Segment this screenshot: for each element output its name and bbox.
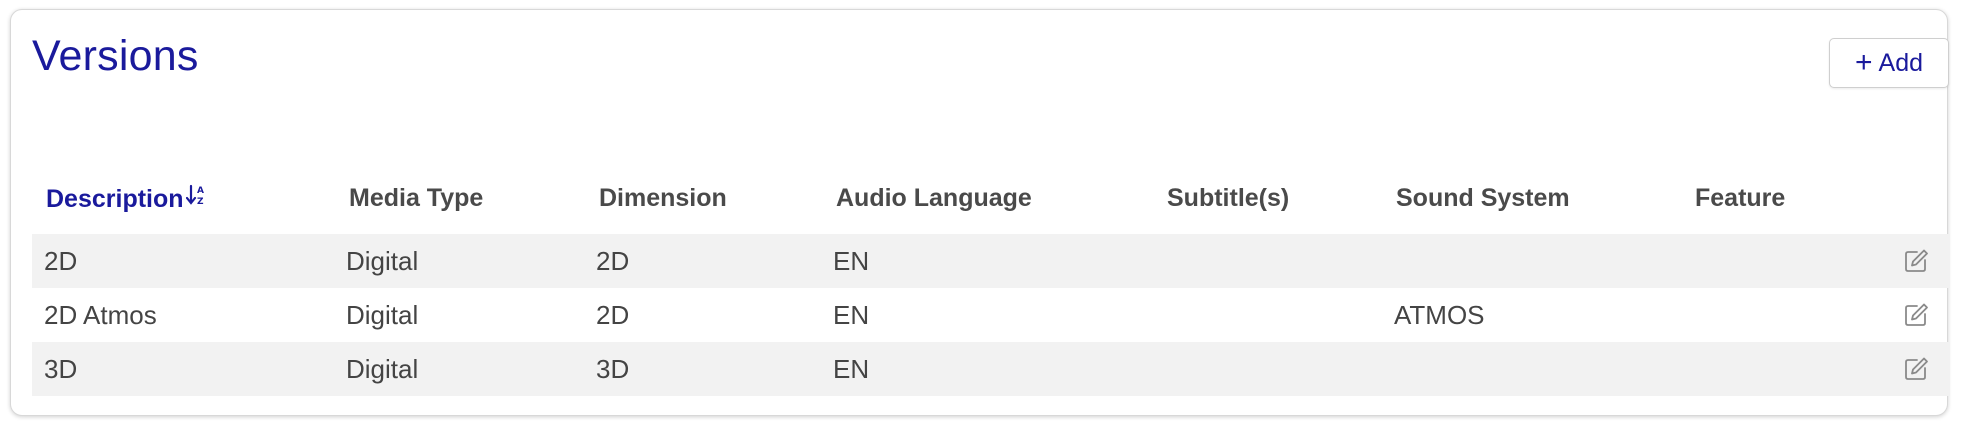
sort-ascending-icon: AZ: [185, 184, 206, 212]
column-header-sound-system[interactable]: Sound System: [1396, 184, 1570, 213]
table-row: 2D Atmos Digital 2D EN ATMOS: [32, 288, 1950, 342]
cell-audio-language: EN: [833, 300, 870, 330]
cell-media-type: Digital: [346, 300, 419, 330]
versions-table: Description A Z Media Type Dimension Audio…: [32, 170, 1950, 396]
cell-media-type: Digital: [346, 354, 419, 384]
edit-icon[interactable]: [1903, 356, 1929, 382]
table-row: 3D Digital 3D EN: [32, 342, 1950, 396]
cell-audio-language: EN: [833, 354, 870, 384]
column-header-description[interactable]: Description A Z: [46, 184, 206, 214]
cell-description: 2D: [44, 246, 78, 276]
column-header-media-type[interactable]: Media Type: [349, 184, 483, 213]
column-header-subtitles[interactable]: Subtitle(s): [1167, 184, 1289, 213]
column-header-feature[interactable]: Feature: [1695, 184, 1785, 213]
add-button[interactable]: + Add: [1829, 38, 1949, 88]
cell-sound-system: ATMOS: [1394, 300, 1485, 330]
cell-description: 2D Atmos: [44, 300, 157, 330]
cell-description: 3D: [44, 354, 78, 384]
versions-panel: Versions + Add Description A Z Media Type …: [10, 9, 1950, 416]
column-header-dimension[interactable]: Dimension: [599, 184, 727, 213]
cell-media-type: Digital: [346, 246, 419, 276]
cell-dimension: 2D: [596, 300, 630, 330]
column-header-audio-language[interactable]: Audio Language: [836, 184, 1032, 213]
svg-text:Z: Z: [197, 197, 204, 206]
edit-icon[interactable]: [1903, 248, 1929, 274]
cell-dimension: 2D: [596, 246, 630, 276]
table-header: Description A Z Media Type Dimension Audio…: [32, 170, 1950, 234]
add-button-label: Add: [1878, 48, 1923, 77]
plus-icon: +: [1854, 46, 1873, 79]
table-row: 2D Digital 2D EN: [32, 234, 1950, 288]
panel-title: Versions: [32, 32, 199, 80]
cell-dimension: 3D: [596, 354, 630, 384]
edit-icon[interactable]: [1903, 302, 1929, 328]
cell-audio-language: EN: [833, 246, 870, 276]
svg-text:A: A: [197, 186, 204, 196]
